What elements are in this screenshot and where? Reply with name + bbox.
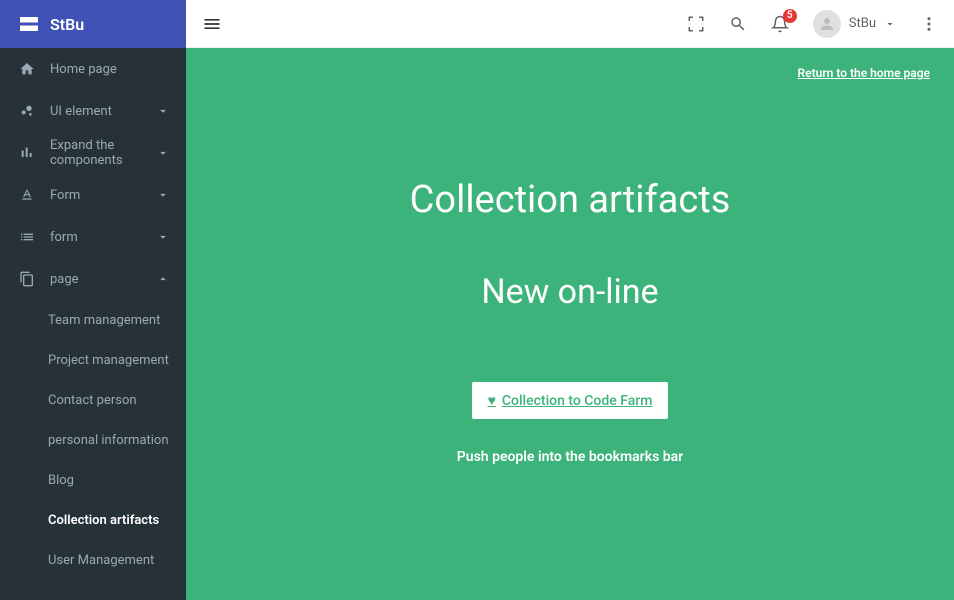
search-button[interactable] <box>729 15 747 33</box>
avatar <box>813 10 841 38</box>
chevron-down-icon <box>156 188 170 202</box>
copy-icon <box>16 271 38 287</box>
push-text: Push people into the bookmarks bar <box>457 449 683 465</box>
nav-page[interactable]: page <box>0 258 186 300</box>
nav-form-b[interactable]: form <box>0 216 186 258</box>
chevron-down-icon <box>156 230 170 244</box>
bar-chart-icon <box>16 145 38 161</box>
collection-cta-button[interactable]: ♥ Collection to Code Farm <box>472 382 669 419</box>
list-icon <box>16 229 38 245</box>
sub-project-management[interactable]: Project management <box>0 340 186 380</box>
nav-label: Home page <box>50 62 170 77</box>
user-name: StBu <box>849 16 876 31</box>
menu-toggle[interactable] <box>202 14 222 34</box>
nav-ui-element[interactable]: UI element <box>0 90 186 132</box>
cta-label: Collection to Code Farm <box>502 393 653 409</box>
topbar-right: 5 StBu <box>687 10 938 38</box>
notification-badge: 5 <box>783 9 797 23</box>
chevron-down-icon <box>156 146 170 160</box>
nav-label: form <box>50 230 156 245</box>
brand-text: StBu <box>50 15 84 34</box>
chevron-down-icon <box>156 104 170 118</box>
nav-expand-components[interactable]: Expand the components <box>0 132 186 174</box>
home-icon <box>16 61 38 77</box>
sub-contact-person[interactable]: Contact person <box>0 380 186 420</box>
sub-label: Team management <box>48 313 160 328</box>
sub-label: Contact person <box>48 393 137 408</box>
content: Return to the home page Collection artif… <box>186 48 954 600</box>
page-title: Collection artifacts <box>410 178 731 222</box>
main: 5 StBu Return to the home page Collectio… <box>186 0 954 600</box>
fullscreen-button[interactable] <box>687 15 705 33</box>
sub-blog[interactable]: Blog <box>0 460 186 500</box>
sub-label: Collection artifacts <box>48 513 159 528</box>
sub-user-management[interactable]: User Management <box>0 540 186 580</box>
nav-label: Form <box>50 188 156 203</box>
brand-icon <box>20 17 38 31</box>
sub-label: Project management <box>48 353 169 368</box>
user-menu[interactable]: StBu <box>813 10 896 38</box>
sidebar: StBu Home page UI element Expand the com… <box>0 0 186 600</box>
text-format-icon <box>16 187 38 203</box>
nav-home[interactable]: Home page <box>0 48 186 90</box>
sub-label: User Management <box>48 553 154 568</box>
chevron-down-icon <box>884 18 896 30</box>
heart-icon: ♥ <box>488 392 496 409</box>
nav-label: UI element <box>50 104 156 119</box>
topbar: 5 StBu <box>186 0 954 48</box>
more-button[interactable] <box>920 15 938 33</box>
notifications-button[interactable]: 5 <box>771 15 789 33</box>
nav-label: page <box>50 272 156 287</box>
nav-form-a[interactable]: Form <box>0 174 186 216</box>
brand[interactable]: StBu <box>0 0 186 48</box>
sub-personal-info[interactable]: personal information <box>0 420 186 460</box>
bubble-icon <box>16 103 38 119</box>
sub-collection-artifacts[interactable]: Collection artifacts <box>0 500 186 540</box>
page-subtitle: New on-line <box>481 272 658 312</box>
nav-label: Expand the components <box>50 138 156 168</box>
return-home-link[interactable]: Return to the home page <box>798 66 930 80</box>
sub-label: personal information <box>48 433 169 448</box>
sub-team-management[interactable]: Team management <box>0 300 186 340</box>
nav: Home page UI element Expand the componen… <box>0 48 186 600</box>
chevron-up-icon <box>156 272 170 286</box>
sub-label: Blog <box>48 473 74 488</box>
